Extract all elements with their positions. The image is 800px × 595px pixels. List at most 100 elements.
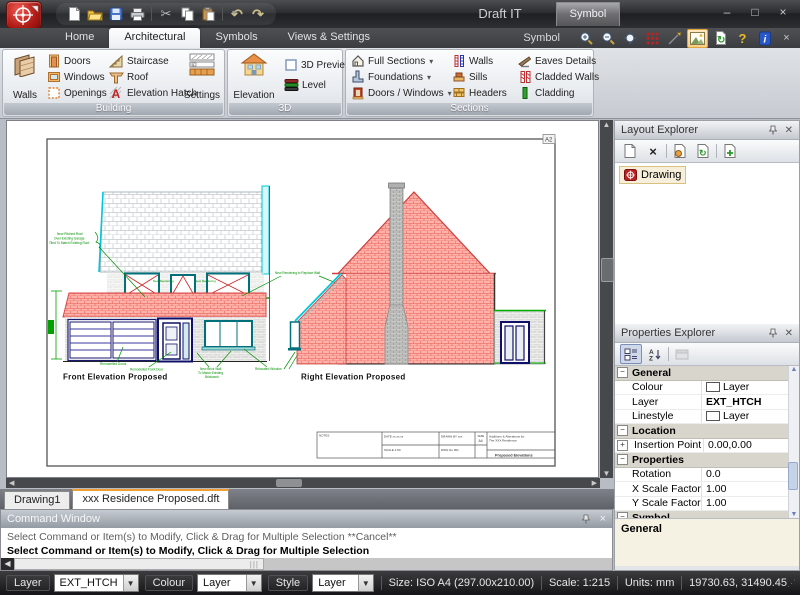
doc-tab-residence[interactable]: xxx Residence Proposed.dft [72,489,229,509]
draw-line-icon[interactable] [665,30,684,47]
layout-explorer-header[interactable]: Layout Explorer ✕ [615,121,799,140]
drawing-view-icon[interactable] [687,29,708,48]
chevron-down-icon[interactable]: ▼ [358,575,373,591]
redo-icon[interactable]: ↷ [250,6,266,22]
3d-preview-button[interactable]: 3D Preview [284,58,352,72]
scroll-right-icon[interactable]: ▶ [592,479,597,487]
category-row[interactable]: −General [615,366,799,381]
command-window-scrollbar[interactable]: ◀ ||| [1,558,612,570]
colour-combo[interactable]: Layer ▼ [197,574,262,592]
property-grid-scroll-thumb[interactable] [788,462,798,490]
tab-home[interactable]: Home [50,28,109,48]
canvas-horizontal-scroll-thumb[interactable] [276,479,302,487]
property-value[interactable]: EXT_HTCH [701,395,799,409]
property-grid-scrollbar[interactable]: ▲▼ [788,366,799,518]
headers-button[interactable]: Headers [452,86,507,100]
collapse-icon[interactable]: − [617,454,628,465]
section-walls-button[interactable]: Walls [452,54,507,68]
settings-button[interactable]: x Settings [182,53,222,101]
print-icon[interactable] [129,6,145,22]
property-row[interactable]: +Insertion Point0.00,0.00 [615,439,799,454]
property-row[interactable]: LinestyleLayer [615,410,799,425]
expand-icon[interactable]: + [617,440,628,451]
snap-grid-icon[interactable] [643,30,662,47]
style-combo[interactable]: Layer ▼ [312,574,374,592]
layout-tree-item-drawing[interactable]: Drawing [619,166,686,184]
eaves-details-button[interactable]: Eaves Details [518,54,599,68]
category-row[interactable]: −Symbol [615,511,799,518]
property-row[interactable]: Rotation0.0 [615,468,799,483]
category-row[interactable]: −Location [615,424,799,439]
property-row[interactable]: LayerEXT_HTCH [615,395,799,410]
drawing-canvas[interactable]: A2 New Rendering New Rendering [6,120,599,478]
property-value[interactable]: Layer [701,381,799,395]
refresh-layout-icon[interactable]: ↻ [693,142,713,160]
scroll-left-icon[interactable]: ◀ [9,479,14,487]
scroll-down-icon[interactable]: ▼ [791,511,798,518]
qat-customize-dropdown[interactable]: ▾ [232,8,236,17]
collapse-icon[interactable]: − [617,367,628,378]
add-layout-icon[interactable] [720,142,740,160]
property-value[interactable]: 0.00,0.00 [703,439,799,453]
copy-icon[interactable] [179,6,195,22]
canvas-horizontal-scrollbar[interactable]: ◀ ▶ [6,478,600,488]
full-sections-button[interactable]: Full Sections▾ [351,54,452,68]
save-icon[interactable] [108,6,124,22]
delete-layout-icon[interactable]: × [643,142,663,160]
doors-button[interactable]: Doors [47,54,107,68]
tab-views-settings[interactable]: Views & Settings [273,28,385,48]
application-menu-button[interactable] [6,1,42,29]
chevron-down-icon[interactable]: ▼ [246,575,261,591]
property-row[interactable]: Y Scale Factor1.00 [615,497,799,512]
scroll-up-icon[interactable]: ▲ [791,366,798,373]
new-layout-icon[interactable] [620,142,640,160]
categorized-view-icon[interactable] [620,344,642,364]
doc-tab-drawing1[interactable]: Drawing1 [4,491,70,509]
layout-properties-icon[interactable] [670,142,690,160]
close-icon[interactable]: ✕ [785,328,793,339]
property-value[interactable]: Layer [701,410,799,424]
open-file-icon[interactable] [87,6,103,22]
property-value[interactable]: 1.00 [701,497,799,511]
pin-icon[interactable] [769,125,777,135]
canvas-vertical-scrollbar[interactable]: ▲▼ [600,120,613,478]
property-row[interactable]: ColourLayer [615,381,799,396]
layer-combo[interactable]: EXT_HTCH ▼ [54,574,139,592]
pin-icon[interactable] [769,328,777,338]
chevron-down-icon[interactable]: ▼ [123,575,138,591]
collapse-icon[interactable]: − [617,425,628,436]
cladded-walls-button[interactable]: Cladded Walls [518,70,599,84]
property-value[interactable]: 1.00 [701,482,799,496]
info-icon[interactable]: i [755,30,774,47]
tab-symbols[interactable]: Symbols [200,28,272,48]
elevation-button[interactable]: Elevation [231,53,277,101]
cut-icon[interactable]: ✂ [158,6,174,22]
alphabetical-sort-icon[interactable]: AZ [645,345,665,363]
walls-button[interactable]: Walls [5,53,45,101]
category-row[interactable]: −Properties [615,453,799,468]
level-button[interactable]: Level [284,78,352,92]
close-panel-icon[interactable]: × [777,30,796,47]
openings-button[interactable]: Openings [47,86,107,100]
refresh-icon[interactable]: ↻ [711,30,730,47]
scroll-up-icon[interactable]: ▲ [603,120,611,129]
context-tab-symbol[interactable]: Symbol [556,2,620,26]
zoom-out-icon[interactable] [599,30,618,47]
cladding-button[interactable]: Cladding [518,86,599,100]
windows-button[interactable]: Windows [47,70,107,84]
command-scroll-thumb[interactable]: ||| [14,558,264,570]
scroll-down-icon[interactable]: ▼ [603,469,611,478]
command-window-titlebar[interactable]: Command Window × [1,510,612,528]
zoom-extents-icon[interactable] [621,30,640,47]
sections-doors-windows-button[interactable]: Doors / Windows▾ [351,86,452,100]
canvas-vertical-scroll-thumb[interactable] [601,258,614,282]
resize-grip[interactable]: ⋰ [787,578,797,589]
paste-icon[interactable] [200,6,216,22]
tab-architectural[interactable]: Architectural [109,28,200,48]
pin-icon[interactable] [582,514,590,524]
foundations-button[interactable]: Foundations▾ [351,70,452,84]
sills-button[interactable]: Sills [452,70,507,84]
zoom-in-icon[interactable] [577,30,596,47]
property-row[interactable]: X Scale Factor1.00 [615,482,799,497]
minimize-button[interactable]: – [718,5,736,19]
